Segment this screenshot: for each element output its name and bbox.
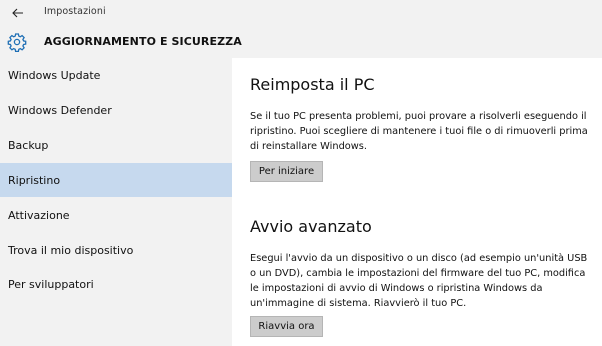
back-arrow-icon — [12, 8, 23, 18]
sidebar-item-label: Attivazione — [8, 208, 70, 222]
sidebar-item-per-sviluppatori[interactable]: Per sviluppatori — [0, 267, 232, 301]
back-button[interactable] — [6, 3, 30, 23]
sidebar-item-ripristino[interactable]: Ripristino — [0, 163, 232, 197]
sidebar: Windows Update Windows Defender Backup R… — [0, 58, 232, 346]
reset-pc-heading: Reimposta il PC — [250, 75, 375, 94]
sidebar-item-attivazione[interactable]: Attivazione — [0, 198, 232, 232]
gear-icon — [7, 33, 27, 52]
main-content: Reimposta il PC Se il tuo PC presenta pr… — [232, 58, 602, 346]
get-started-button[interactable]: Per iniziare — [250, 161, 323, 182]
sidebar-item-backup[interactable]: Backup — [0, 128, 232, 162]
title-bar: Impostazioni — [0, 0, 602, 26]
sidebar-item-label: Windows Defender — [8, 103, 112, 117]
advanced-startup-description: Esegui l'avvio da un dispositivo o un di… — [250, 253, 588, 309]
page-title: AGGIORNAMENTO E SICUREZZA — [44, 35, 242, 48]
page-header: AGGIORNAMENTO E SICUREZZA — [0, 26, 602, 58]
sidebar-item-label: Backup — [8, 138, 49, 152]
sidebar-item-label: Windows Update — [8, 68, 101, 82]
sidebar-item-label: Per sviluppatori — [8, 277, 94, 291]
advanced-startup-heading: Avvio avanzato — [250, 217, 372, 236]
restart-now-button[interactable]: Riavvia ora — [250, 316, 323, 337]
sidebar-item-windows-update[interactable]: Windows Update — [0, 58, 232, 92]
window-title: Impostazioni — [44, 6, 106, 17]
sidebar-item-trova-dispositivo[interactable]: Trova il mio dispositivo — [0, 233, 232, 267]
sidebar-item-label: Trova il mio dispositivo — [8, 243, 134, 257]
sidebar-item-windows-defender[interactable]: Windows Defender — [0, 93, 232, 127]
reset-pc-description: Se il tuo PC presenta problemi, puoi pro… — [250, 111, 588, 152]
settings-window: Impostazioni AGGIORNAMENTO E SICUREZZA W… — [0, 0, 602, 346]
sidebar-item-label: Ripristino — [8, 173, 61, 187]
